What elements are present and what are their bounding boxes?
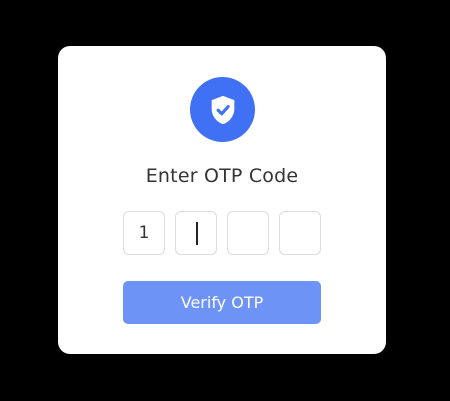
- otp-digit-1-value: 1: [138, 223, 150, 243]
- shield-check-icon: [211, 95, 234, 124]
- otp-card: Enter OTP Code 1 Verify OTP: [58, 46, 386, 354]
- page-title: Enter OTP Code: [145, 165, 299, 187]
- verify-otp-button[interactable]: Verify OTP: [123, 281, 321, 324]
- otp-digit-2[interactable]: [175, 211, 217, 255]
- otp-digit-4[interactable]: [279, 211, 321, 255]
- otp-digit-3[interactable]: [227, 211, 269, 255]
- text-caret: [196, 222, 198, 245]
- verification-badge: [190, 77, 255, 142]
- otp-digit-1[interactable]: 1: [123, 211, 165, 255]
